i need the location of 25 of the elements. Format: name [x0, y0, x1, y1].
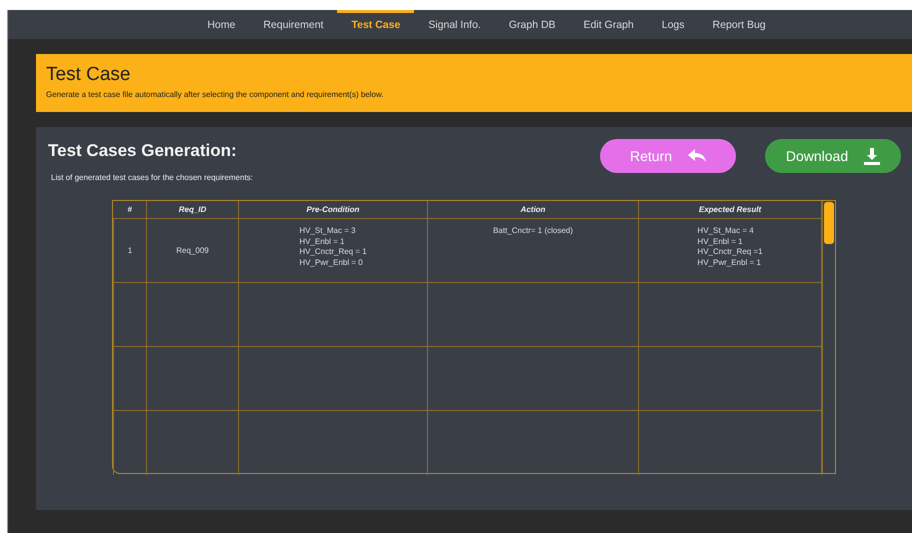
cell-text: Req_009 — [176, 246, 209, 255]
column-header: Action — [520, 205, 546, 214]
column-header: Pre-Condition — [306, 205, 360, 214]
cell-text: Batt_Cnctr= 1 (closed) — [493, 226, 573, 236]
scrollbar-thumb[interactable] — [824, 202, 834, 244]
download-icon — [864, 148, 880, 164]
nav-tab[interactable]: Edit Graph — [570, 10, 648, 39]
nav-tab[interactable]: Logs — [648, 10, 699, 39]
reply-arrow-icon — [688, 149, 706, 163]
cell-text: HV_St_Mac = 3 HV_Enbl = 1 HV_Cnctr_Req = 1 HV_Pwr_Enbl = 0 — [299, 226, 367, 268]
column-header: Expected Result — [698, 205, 762, 214]
nav-tab[interactable]: Report Bug — [698, 10, 780, 39]
nav-tab[interactable]: Home — [193, 10, 250, 39]
nav-tab[interactable]: Requirement — [249, 10, 338, 39]
cell-text: HV_St_Mac = 4 HV_Enbl = 1 HV_Cnctr_Req =1 HV_Pwr_Enbl = 1 — [697, 226, 763, 268]
page-title: Test Case — [46, 64, 132, 86]
page-subtitle: Generate a test case file automatically after selecting the component and requirement(s) below. — [46, 90, 385, 99]
nav-tab[interactable]: Test Case — [337, 10, 414, 39]
column-header: # — [128, 205, 132, 214]
nav-tab[interactable]: Signal Info. — [414, 10, 495, 39]
nav-tab[interactable]: Graph DB — [494, 10, 570, 39]
cell-text: 1 — [128, 246, 132, 255]
column-header: Req_ID — [178, 205, 206, 214]
section-description: List of generated test cases for the chosen requirements: — [51, 173, 254, 182]
section-title: Test Cases Generation: — [48, 141, 237, 161]
